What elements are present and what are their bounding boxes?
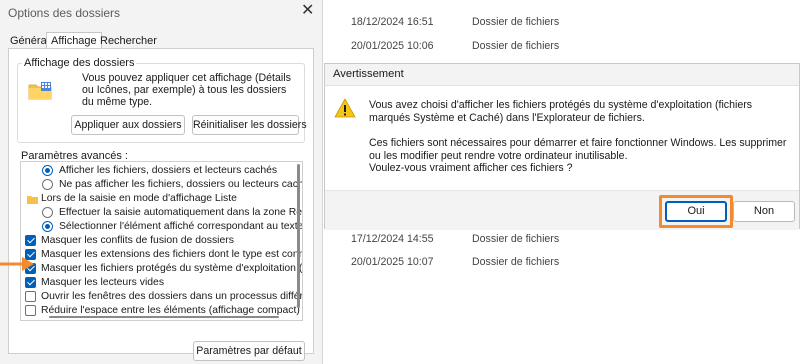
dialog-footer: Oui Non [325,190,799,230]
explorer-type: Dossier de fichiers [472,256,560,268]
warning-dialog: Avertissement Vous avez choisi d'affiche… [324,63,800,230]
dialog-titlebar: Avertissement [325,64,799,86]
explorer-date: 18/12/2024 16:51 [351,16,434,28]
checkbox-checked[interactable] [25,277,36,288]
restore-defaults-button[interactable]: Paramètres par défaut [193,341,305,361]
checkbox-checked[interactable] [25,235,36,246]
explorer-type: Dossier de fichiers [472,233,560,245]
explorer-type: Dossier de fichiers [472,40,560,52]
explorer-date: 20/01/2025 10:07 [351,256,434,268]
list-item-label: Ouvrir les fenêtres des dossiers dans un… [41,291,303,302]
window-title: Options des dossiers [8,6,121,20]
folder-view-description: Vous pouvez appliquer cet affichage (Dét… [82,72,291,109]
close-icon[interactable]: ✕ [301,2,314,20]
no-button[interactable]: Non [733,201,795,222]
tab-rechercher[interactable]: Rechercher [96,34,161,48]
list-item-label: Lors de la saisie en mode d'affichage Li… [41,193,237,204]
folder-view-icon [28,82,52,100]
folder-icon [27,196,38,204]
explorer-date: 20/01/2025 10:06 [351,40,434,52]
list-item-label: Masquer les fichiers protégés du système… [41,263,303,274]
dialog-message: Vous avez choisi d'afficher les fichiers… [369,99,789,175]
yes-button[interactable]: Oui [665,201,727,222]
checkbox-unchecked[interactable] [25,305,36,316]
checkbox-unchecked[interactable] [25,291,36,302]
radio-unchecked[interactable] [42,207,53,218]
message-paragraph: Voulez-vous vraiment afficher ces fichie… [369,162,573,175]
horizontal-scrollbar[interactable] [49,316,279,318]
explorer-date: 17/12/2024 14:55 [351,233,434,245]
list-item-label: Ne pas afficher les fichiers, dossiers o… [59,179,303,190]
list-item-label: Masquer les conflits de fusion de dossie… [41,235,234,246]
radio-unchecked[interactable] [42,179,53,190]
message-paragraph: Ces fichiers sont nécessaires pour démar… [369,137,787,162]
reset-folders-button[interactable]: Réinitialiser les dossiers [192,115,307,135]
warning-icon [334,98,356,118]
tab-panel-affichage: Affichage des dossiers Vous pouvez appli… [8,48,314,361]
tab-affichage[interactable]: Affichage [46,32,102,49]
pointer-arrow-icon [0,257,34,271]
radio-checked[interactable] [42,165,53,176]
list-item-label: Effectuer la saisie automatiquement dans… [59,207,303,218]
advanced-settings-list[interactable]: Afficher les fichiers, dossiers et lecte… [20,161,303,321]
apply-to-folders-button[interactable]: Appliquer aux dossiers [71,115,185,135]
list-item-label: Afficher les fichiers, dossiers et lecte… [59,165,278,176]
explorer-type: Dossier de fichiers [472,16,560,28]
list-item-label: Masquer les lecteurs vides [41,277,165,288]
list-item-label: Masquer les extensions des fichiers dont… [41,249,303,260]
message-paragraph: Vous avez choisi d'afficher les fichiers… [369,99,753,124]
folder-options-window: Options des dossiers ✕ Général Affichage… [0,0,323,364]
radio-checked[interactable] [42,221,53,232]
vertical-scrollbar[interactable] [297,164,300,308]
group-legend: Affichage des dossiers [22,57,137,69]
dialog-title: Avertissement [333,68,404,80]
list-item-label: Sélectionner l'élément affiché correspon… [59,221,303,232]
